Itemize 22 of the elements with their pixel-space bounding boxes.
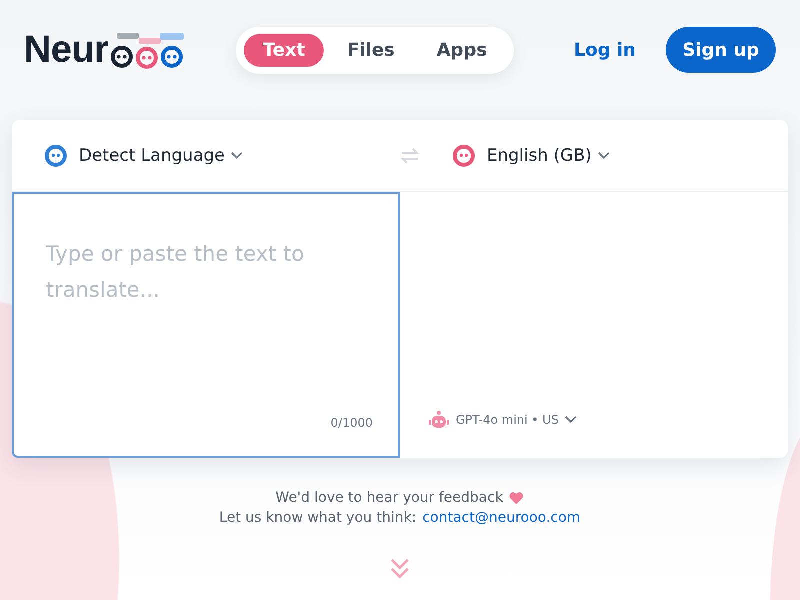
face-icon <box>453 144 475 166</box>
email-link[interactable]: contact@neurooo.com <box>422 510 581 526</box>
double-chevron-down-icon[interactable] <box>390 558 410 580</box>
chevron-down-icon <box>598 152 610 160</box>
nav-tab[interactable]: Apps <box>418 34 506 66</box>
target-language-dropdown[interactable]: English (GB) <box>487 146 610 166</box>
heart-icon <box>509 492 524 504</box>
contact-prefix-text: Let us know what you think: <box>219 510 417 526</box>
logo-text: Neur <box>24 31 109 69</box>
signup-button[interactable]: Sign up <box>666 27 776 73</box>
chevron-down-icon <box>231 152 243 160</box>
source-language-dropdown[interactable]: Detect Language <box>79 146 243 166</box>
login-link[interactable]: Log in <box>574 40 636 60</box>
feedback-text: We'd love to hear your feedback <box>276 490 504 506</box>
nav-tab[interactable]: Files <box>328 34 414 66</box>
nav-tab[interactable]: Text <box>244 34 324 66</box>
swap-icon[interactable] <box>400 148 420 164</box>
chevron-down-icon <box>564 416 577 424</box>
robot-icon <box>428 410 450 430</box>
character-counter: 0/1000 <box>330 416 373 430</box>
face-icon <box>45 144 67 166</box>
model-dropdown[interactable]: GPT-4o mini • US <box>428 410 577 430</box>
